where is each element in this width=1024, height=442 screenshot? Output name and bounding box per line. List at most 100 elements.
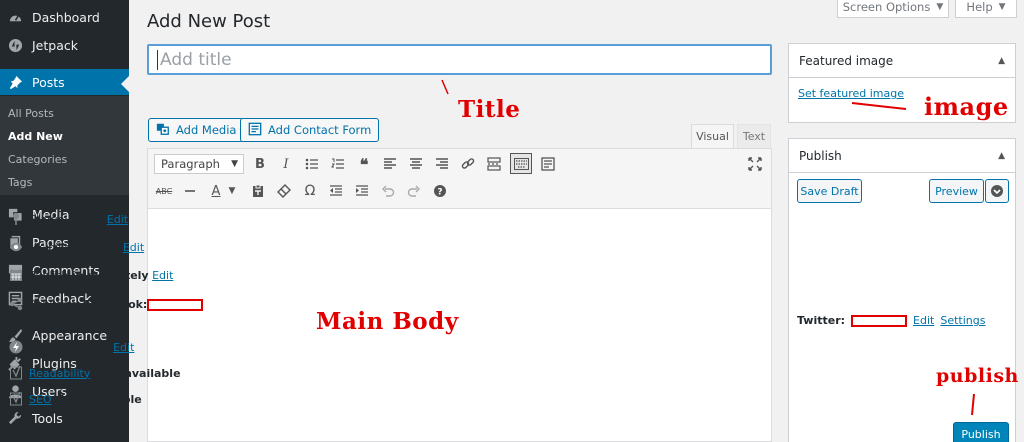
publish-button[interactable]: Publish — [953, 422, 1009, 442]
eraser-icon — [277, 184, 291, 198]
annotation-underline — [851, 102, 907, 110]
bold-button[interactable]: B — [250, 154, 270, 174]
sidebar-item-jetpack[interactable]: Jetpack — [0, 32, 129, 58]
redo-button[interactable] — [404, 181, 424, 201]
editor-body[interactable] — [148, 210, 771, 441]
text-color-button[interactable]: A — [206, 181, 226, 201]
fullscreen-button[interactable] — [745, 154, 765, 174]
readability-row: Readability: Not available — [9, 366, 181, 380]
eye-icon — [9, 240, 23, 254]
toolbar-toggle-button[interactable] — [510, 153, 532, 174]
publicize-edit-link[interactable]: Edit — [913, 314, 934, 327]
active-indicator — [121, 76, 129, 92]
readability-link[interactable]: Readability — [29, 367, 90, 380]
status-value: Draft — [71, 212, 104, 226]
bullet-list-button[interactable] — [302, 154, 322, 174]
save-draft-button[interactable]: Save Draft — [797, 179, 862, 203]
contact-form-toolbar-button[interactable] — [538, 154, 558, 174]
align-right-icon — [436, 158, 448, 169]
read-more-button[interactable] — [484, 154, 504, 174]
status-edit-link[interactable]: Edit — [107, 213, 128, 226]
blockquote-button[interactable]: ❝ — [354, 154, 374, 174]
seo-link[interactable]: SEO — [29, 393, 52, 406]
svg-text:?: ? — [437, 188, 442, 198]
blockquote-icon: ❝ — [359, 154, 369, 174]
redacted-box — [147, 298, 204, 311]
sidebar-item-posts[interactable]: Posts — [0, 69, 129, 95]
sidebar-item-label: Jetpack — [32, 37, 78, 53]
bullet-list-icon — [305, 158, 318, 170]
format-select-value: Paragraph — [161, 157, 220, 171]
amp-row: AMP: Enabled Edit — [9, 340, 134, 354]
submenu-item-all-posts[interactable]: All Posts — [8, 107, 54, 120]
publicize-settings-link[interactable]: Settings — [940, 314, 985, 327]
annotation-pointer-line — [441, 79, 449, 95]
undo-button[interactable] — [378, 181, 398, 201]
screen-options-button[interactable]: Screen Options ▼ — [837, 0, 949, 18]
indent-button[interactable] — [352, 181, 372, 201]
preview-button[interactable]: Preview — [929, 179, 984, 203]
amp-edit-link[interactable]: Edit — [113, 341, 134, 354]
lightning-icon — [9, 340, 23, 354]
special-character-button[interactable]: Ω — [300, 181, 320, 201]
sidebar-item-tools[interactable]: Tools — [0, 405, 129, 431]
align-left-button[interactable] — [380, 154, 400, 174]
insert-link-button[interactable] — [458, 154, 478, 174]
pushpin-icon — [7, 74, 23, 90]
publish-header[interactable]: Publish ▲ — [789, 139, 1015, 173]
submenu-item-categories[interactable]: Categories — [8, 153, 67, 166]
align-center-button[interactable] — [406, 154, 426, 174]
add-contact-form-button[interactable]: Add Contact Form — [240, 118, 380, 142]
share-icon — [9, 297, 23, 311]
add-media-button[interactable]: Add Media — [148, 118, 245, 142]
submenu-item-tags[interactable]: Tags — [8, 176, 32, 189]
help-label: Help — [966, 0, 993, 14]
indent-icon — [356, 185, 368, 196]
publish-schedule-label: Publish — [29, 268, 69, 282]
set-featured-image-link[interactable]: Set featured image — [798, 87, 904, 100]
submenu-item-add-new[interactable]: Add New — [8, 130, 63, 143]
annotation-main-body: Main Body — [316, 308, 459, 335]
twitter-row: Twitter: Edit Settings — [797, 314, 985, 327]
sidebar-item-label: Tools — [32, 410, 63, 426]
numbered-list-button[interactable] — [328, 154, 348, 174]
contact-form-icon — [248, 122, 262, 139]
tab-text[interactable]: Text — [737, 124, 771, 148]
media-camera-icon — [156, 122, 170, 139]
strikethrough-button[interactable]: ABC — [154, 181, 174, 201]
sidebar-item-dashboard[interactable]: Dashboard — [0, 4, 129, 30]
publicize-label: Publicize: — [29, 297, 81, 311]
schedule-edit-link[interactable]: Edit — [152, 269, 173, 282]
post-title-input[interactable]: Add title — [147, 44, 772, 75]
featured-image-header[interactable]: Featured image ▲ — [789, 44, 1015, 78]
featured-image-heading: Featured image — [799, 53, 894, 68]
pin-icon — [9, 212, 23, 226]
page-title: Add New Post — [147, 11, 271, 32]
visibility-row: Visibility: Public Edit — [9, 240, 144, 254]
posts-submenu: All Posts Add New Categories Tags — [0, 96, 129, 195]
seo-value: : Not available — [51, 392, 142, 406]
sidebar-item-label: Dashboard — [32, 9, 100, 25]
text-color-dropdown[interactable]: ▼ — [226, 181, 238, 201]
undo-icon — [382, 185, 395, 197]
visibility-label: Visibility: — [29, 240, 79, 254]
collapse-arrow-icon: ▲ — [998, 150, 1005, 161]
twitter-label: Twitter: — [797, 314, 846, 327]
italic-button[interactable]: I — [276, 154, 296, 174]
horizontal-line-button[interactable] — [180, 181, 200, 201]
align-right-button[interactable] — [432, 154, 452, 174]
help-button[interactable]: Help ▼ — [955, 0, 1017, 18]
preview-options-button[interactable] — [985, 179, 1009, 203]
format-select[interactable]: Paragraph ▼ — [154, 154, 244, 174]
outdent-button[interactable] — [326, 181, 346, 201]
amp-value: Enabled — [59, 340, 110, 354]
keyboard-icon — [513, 157, 529, 170]
visibility-edit-link[interactable]: Edit — [123, 241, 144, 254]
tab-visual[interactable]: Visual — [691, 124, 734, 148]
keyboard-shortcuts-button[interactable]: ? — [430, 181, 450, 201]
publish-schedule-value: immediately — [71, 268, 149, 282]
clear-formatting-button[interactable] — [274, 181, 294, 201]
paste-as-text-button[interactable] — [248, 181, 268, 201]
dashboard-icon — [7, 9, 23, 25]
seo-row: SEO: Not available — [9, 392, 142, 406]
